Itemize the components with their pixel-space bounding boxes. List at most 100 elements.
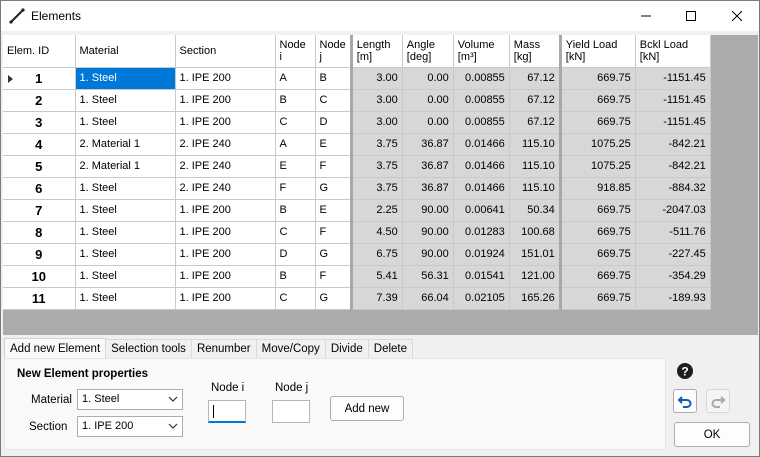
- ok-button[interactable]: OK: [674, 422, 750, 447]
- tab-divide[interactable]: Divide: [324, 339, 369, 359]
- column-header-node-j[interactable]: Node j: [315, 35, 352, 68]
- column-header-section[interactable]: Section: [175, 35, 276, 68]
- table-row[interactable]: 8 1. Steel 1. IPE 200 C F 4.50 90.00 0.01283 100…: [3, 221, 711, 244]
- cell-node-i[interactable]: E: [275, 155, 316, 178]
- cell-elem-id[interactable]: 3: [3, 111, 76, 134]
- cell-section[interactable]: 2. IPE 240: [175, 177, 276, 200]
- cell-section[interactable]: 2. IPE 240: [175, 133, 276, 156]
- cell-material[interactable]: 1. Steel: [75, 243, 176, 266]
- cell-section[interactable]: 1. IPE 200: [175, 199, 276, 222]
- cell-node-i[interactable]: D: [275, 243, 316, 266]
- cell-elem-id[interactable]: 11: [3, 287, 76, 310]
- cell-material[interactable]: 1. Steel: [75, 67, 176, 90]
- table-row[interactable]: 3 1. Steel 1. IPE 200 C D 3.00 0.00 0.00855 67.1…: [3, 111, 711, 134]
- column-header-elem-id[interactable]: Elem. ID: [3, 35, 76, 68]
- cell-node-j[interactable]: F: [315, 155, 352, 178]
- cell-elem-id[interactable]: 10: [3, 265, 76, 288]
- help-button[interactable]: ?: [673, 359, 697, 383]
- close-button[interactable]: [714, 1, 759, 31]
- section-select[interactable]: 1. IPE 200: [77, 416, 183, 437]
- cell-material[interactable]: 1. Steel: [75, 287, 176, 310]
- tab-delete[interactable]: Delete: [367, 339, 414, 359]
- cell-node-j[interactable]: G: [315, 177, 352, 200]
- cell-elem-id[interactable]: 4: [3, 133, 76, 156]
- cell-node-j[interactable]: D: [315, 111, 352, 134]
- cell-material[interactable]: 2. Material 1: [75, 133, 176, 156]
- cell-node-i[interactable]: C: [275, 111, 316, 134]
- tab-renumber[interactable]: Renumber: [190, 339, 257, 359]
- cell-section[interactable]: 1. IPE 200: [175, 287, 276, 310]
- cell-material[interactable]: 1. Steel: [75, 221, 176, 244]
- table-row[interactable]: 9 1. Steel 1. IPE 200 D G 6.75 90.00 0.01924 151…: [3, 243, 711, 266]
- redo-button[interactable]: [706, 389, 730, 413]
- column-header-volume[interactable]: Volume [m³]: [453, 35, 510, 68]
- cell-node-i[interactable]: A: [275, 67, 316, 90]
- cell-material[interactable]: 1. Steel: [75, 199, 176, 222]
- cell-bckl-load: -884.32: [635, 177, 711, 200]
- cell-node-j[interactable]: G: [315, 287, 352, 310]
- column-header-angle[interactable]: Angle [deg]: [402, 35, 454, 68]
- cell-volume: 0.02105: [453, 287, 510, 310]
- cell-elem-id[interactable]: 5: [3, 155, 76, 178]
- column-header-bckl-load[interactable]: Bckl Load [kN]: [635, 35, 711, 68]
- cell-elem-id[interactable]: 2: [3, 89, 76, 112]
- cell-material[interactable]: 1. Steel: [75, 111, 176, 134]
- table-row[interactable]: 6 1. Steel 2. IPE 240 F G 3.75 36.87 0.01466 115…: [3, 177, 711, 200]
- cell-node-i[interactable]: A: [275, 133, 316, 156]
- elements-grid[interactable]: Elem. ID Material Section Node i Node j Length[…: [3, 35, 758, 335]
- cell-section[interactable]: 2. IPE 240: [175, 155, 276, 178]
- table-row[interactable]: 1 1. Steel 1. IPE 200 A B 3.00 0.00 0.00855 67.1…: [3, 67, 711, 90]
- cell-section[interactable]: 1. IPE 200: [175, 67, 276, 90]
- cell-section[interactable]: 1. IPE 200: [175, 221, 276, 244]
- cell-elem-id[interactable]: 1: [3, 67, 76, 90]
- table-row[interactable]: 5 2. Material 1 2. IPE 240 E F 3.75 36.87 0.014…: [3, 155, 711, 178]
- column-header-material[interactable]: Material: [75, 35, 176, 68]
- tab-move-copy[interactable]: Move/Copy: [255, 339, 326, 359]
- table-row[interactable]: 10 1. Steel 1. IPE 200 B F 5.41 56.31 0.01541 12…: [3, 265, 711, 288]
- cell-section[interactable]: 1. IPE 200: [175, 89, 276, 112]
- material-select[interactable]: 1. Steel: [77, 389, 183, 410]
- column-header-yield-load[interactable]: Yield Load [kN]: [558, 35, 636, 68]
- cell-material[interactable]: 1. Steel: [75, 177, 176, 200]
- cell-node-i[interactable]: B: [275, 265, 316, 288]
- cell-node-i[interactable]: C: [275, 287, 316, 310]
- maximize-button[interactable]: [668, 1, 713, 31]
- cell-node-i[interactable]: F: [275, 177, 316, 200]
- cell-elem-id[interactable]: 9: [3, 243, 76, 266]
- minimize-button[interactable]: [623, 1, 668, 31]
- cell-node-i[interactable]: B: [275, 199, 316, 222]
- cell-node-j[interactable]: G: [315, 243, 352, 266]
- column-header-node-i[interactable]: Node i: [275, 35, 316, 68]
- node-i-input[interactable]: [208, 400, 246, 423]
- cell-material[interactable]: 2. Material 1: [75, 155, 176, 178]
- cell-material[interactable]: 1. Steel: [75, 265, 176, 288]
- column-header-mass[interactable]: Mass [kg]: [509, 35, 561, 68]
- tab-selection-tools[interactable]: Selection tools: [105, 339, 192, 359]
- cell-node-j[interactable]: E: [315, 199, 352, 222]
- cell-section[interactable]: 1. IPE 200: [175, 111, 276, 134]
- cell-node-i[interactable]: C: [275, 221, 316, 244]
- cell-elem-id[interactable]: 6: [3, 177, 76, 200]
- node-j-input[interactable]: [272, 400, 310, 423]
- redo-icon: [711, 396, 726, 408]
- tab-add-new-element[interactable]: Add new Element: [4, 338, 107, 360]
- cell-node-j[interactable]: C: [315, 89, 352, 112]
- table-row[interactable]: 4 2. Material 1 2. IPE 240 A E 3.75 36.87 0.014…: [3, 133, 711, 156]
- cell-node-j[interactable]: E: [315, 133, 352, 156]
- table-row[interactable]: 11 1. Steel 1. IPE 200 C G 7.39 66.04 0.02105 16…: [3, 287, 711, 310]
- cell-section[interactable]: 1. IPE 200: [175, 265, 276, 288]
- cell-node-j[interactable]: F: [315, 265, 352, 288]
- cell-node-j[interactable]: F: [315, 221, 352, 244]
- cell-node-j[interactable]: B: [315, 67, 352, 90]
- cell-node-i[interactable]: B: [275, 89, 316, 112]
- column-header-length[interactable]: Length [m]: [349, 35, 403, 68]
- cell-material[interactable]: 1. Steel: [75, 89, 176, 112]
- cell-section[interactable]: 1. IPE 200: [175, 243, 276, 266]
- cell-elem-id[interactable]: 7: [3, 199, 76, 222]
- table-row[interactable]: 7 1. Steel 1. IPE 200 B E 2.25 90.00 0.00641 50.…: [3, 199, 711, 222]
- cell-elem-id[interactable]: 8: [3, 221, 76, 244]
- table-row[interactable]: 2 1. Steel 1. IPE 200 B C 3.00 0.00 0.00855 67.1…: [3, 89, 711, 112]
- add-new-button[interactable]: Add new: [330, 396, 404, 421]
- chevron-down-icon: [168, 423, 178, 429]
- undo-button[interactable]: [673, 389, 697, 413]
